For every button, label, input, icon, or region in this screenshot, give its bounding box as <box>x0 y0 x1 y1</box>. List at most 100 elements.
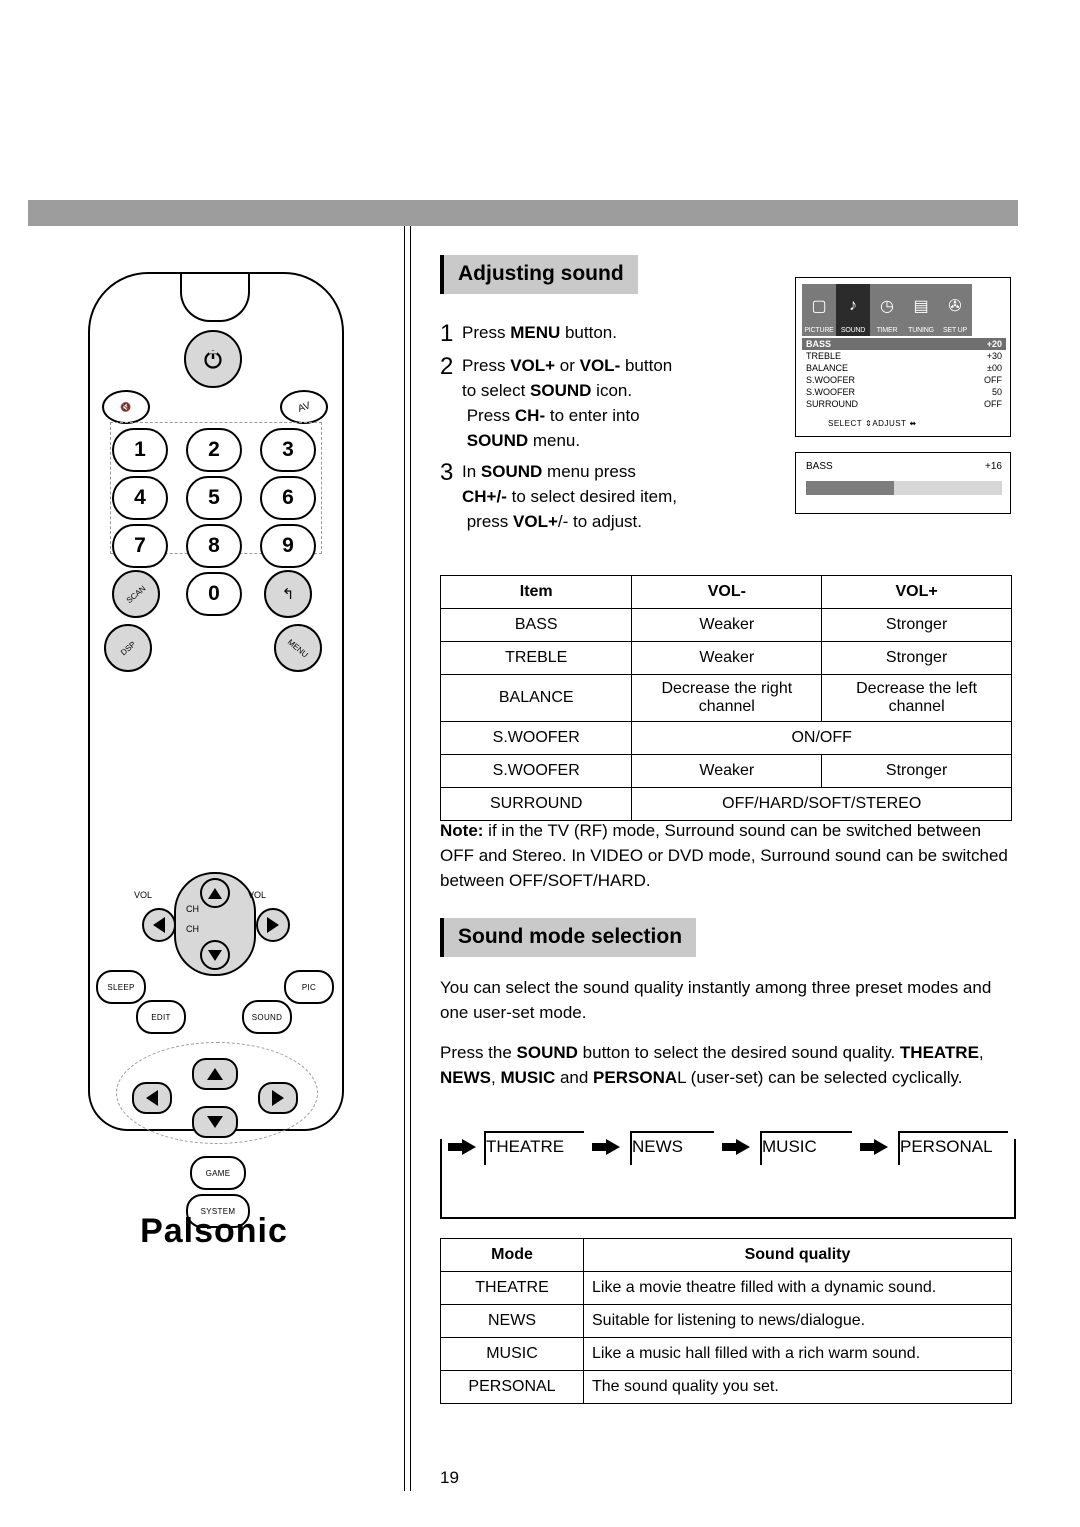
num-5-button[interactable]: 5 <box>186 476 242 520</box>
flow-box-personal: PERSONAL <box>898 1131 1008 1165</box>
sound-button[interactable]: SOUND <box>242 1000 292 1034</box>
osd-bass-bar-value: +16 <box>985 461 1002 472</box>
num-0-button[interactable]: 0 <box>186 572 242 616</box>
cell-minus: Weaker <box>631 754 823 788</box>
nav-right-button[interactable] <box>258 1082 298 1114</box>
num-9-button[interactable]: 9 <box>260 524 316 568</box>
osd-footer-select-label: SELECT <box>828 419 863 428</box>
adjusting-sound-steps: 1 Press MENU button. 2 Press VOL+ or VOL… <box>440 320 770 540</box>
osd-bass-bar: BASS +16 <box>795 452 1011 514</box>
num-6-button[interactable]: 6 <box>260 476 316 520</box>
cell-mode: THEATRE <box>440 1271 584 1305</box>
nav-up-button[interactable] <box>192 1058 238 1090</box>
osd-row-surround: SURROUND OFF <box>802 398 1006 410</box>
num-2-button[interactable]: 2 <box>186 428 242 472</box>
num-8-button[interactable]: 8 <box>186 524 242 568</box>
right-arrow-icon <box>267 917 279 933</box>
num-7-button[interactable]: 7 <box>112 524 168 568</box>
cell-item: S.WOOFER <box>439 721 633 755</box>
dsp-button[interactable]: DSP <box>104 624 152 672</box>
column-divider <box>404 226 411 1491</box>
step-3: 3 In SOUND menu press CH+/- to select des… <box>440 459 770 534</box>
power-button[interactable] <box>184 330 242 388</box>
nav-left-button[interactable] <box>132 1082 172 1114</box>
gear-icon: ✇ <box>948 297 962 315</box>
cell-quality: Like a movie theatre filled with a dynam… <box>583 1271 1012 1305</box>
sound-note-icon: ♪ <box>849 296 857 314</box>
table-header-row: Mode Sound quality <box>440 1238 1012 1272</box>
vol-up-button[interactable] <box>256 908 290 942</box>
th-item: Item <box>439 575 633 609</box>
osd-icon-row: ▢ PICTURE ♪ SOUND ◷ TIMER ▤ TUNING ✇ SET… <box>802 284 1006 336</box>
game-button[interactable]: GAME <box>190 1156 246 1190</box>
recall-button[interactable]: ↰ <box>264 570 312 618</box>
step-3-text: In SOUND menu press CH+/- to select desir… <box>462 462 677 531</box>
osd-icon-tuning-label: TUNING <box>908 327 934 334</box>
cell-plus: Stronger <box>821 608 1012 642</box>
nav-down-arrow-icon <box>207 1116 223 1128</box>
cell-item: SURROUND <box>439 787 633 821</box>
page-title-sound-mode: Sound mode selection <box>440 918 697 957</box>
osd-row-bass: BASS +20 <box>802 338 1006 350</box>
left-arrow-icon <box>153 917 165 933</box>
sleep-button[interactable]: SLEEP <box>96 970 146 1004</box>
flow-box-music: MUSIC <box>760 1131 852 1165</box>
osd-icon-setup-label: SET UP <box>943 327 967 334</box>
cell-item: TREBLE <box>439 641 633 675</box>
mute-icon: 🔇 <box>120 401 132 412</box>
step-2: 2 Press VOL+ or VOL- button to select SOU… <box>440 353 770 453</box>
pic-button[interactable]: PIC <box>284 970 334 1004</box>
osd-icon-setup: ✇ SET UP <box>938 284 972 336</box>
cell-mode: NEWS <box>440 1304 584 1338</box>
menu-button[interactable]: MENU <box>274 624 322 672</box>
th-vol-plus: VOL+ <box>821 575 1012 609</box>
sound-mode-table: Mode Sound quality THEATRE Like a movie … <box>440 1238 1012 1404</box>
osd-icon-timer: ◷ TIMER <box>870 284 904 336</box>
ch-down-button[interactable] <box>200 940 230 970</box>
ch-down-label: CH <box>186 924 199 934</box>
osd-item-list: BASS +20 TREBLE +30 BALANCE ±00 S.WOOFER… <box>802 338 1006 410</box>
flow-box-theatre: THEATRE <box>484 1131 584 1165</box>
nav-up-arrow-icon <box>207 1068 223 1080</box>
dsp-label: DSP <box>118 639 138 657</box>
osd-row-bass-value: +20 <box>986 339 1002 349</box>
table-row: NEWS Suitable for listening to news/dial… <box>440 1304 1012 1338</box>
osd-icon-picture-label: PICTURE <box>804 327 834 334</box>
av-label: AV <box>296 399 312 415</box>
nav-down-button[interactable] <box>192 1106 238 1138</box>
osd-bass-bar-track <box>806 481 1002 495</box>
scan-label: SCAN <box>124 583 148 605</box>
step-2-number: 2 <box>440 353 454 380</box>
vol-down-button[interactable] <box>142 908 176 942</box>
cell-item: BASS <box>439 608 633 642</box>
ch-up-button[interactable] <box>200 878 230 908</box>
timer-icon: ◷ <box>880 297 894 315</box>
mute-button[interactable]: 🔇 <box>102 390 150 424</box>
step-1: 1 Press MENU button. <box>440 320 770 347</box>
table-row: MUSIC Like a music hall filled with a ri… <box>440 1337 1012 1371</box>
step-1-number: 1 <box>440 320 454 347</box>
table-row: TREBLE Weaker Stronger <box>439 641 1012 675</box>
av-button[interactable]: AV <box>280 390 328 424</box>
cell-minus: Decrease the right channel <box>631 674 823 722</box>
osd-footer: SELECT ⇕ ADJUST ⬌ <box>802 419 1006 428</box>
up-down-arrows-icon: ⇕ <box>865 419 873 428</box>
sound-mode-paragraph-1: You can select the sound quality instant… <box>440 978 992 1022</box>
osd-row-balance: BALANCE ±00 <box>802 362 1006 374</box>
osd-row-treble: TREBLE +30 <box>802 350 1006 362</box>
edit-button[interactable]: EDIT <box>136 1000 186 1034</box>
item-adjust-table: Item VOL- VOL+ BASS Weaker Stronger TREB… <box>439 575 1012 821</box>
table-row: BASS Weaker Stronger <box>439 608 1012 642</box>
num-4-button[interactable]: 4 <box>112 476 168 520</box>
scan-button[interactable]: SCAN <box>112 570 160 618</box>
up-arrow-icon <box>208 887 222 899</box>
osd-row-treble-name: TREBLE <box>806 351 842 361</box>
cell-quality: Like a music hall filled with a rich war… <box>583 1337 1012 1371</box>
cell-mode: PERSONAL <box>440 1370 584 1404</box>
osd-row-swoofer-level: S.WOOFER 50 <box>802 386 1006 398</box>
num-3-button[interactable]: 3 <box>260 428 316 472</box>
osd-row-surround-name: SURROUND <box>806 399 859 409</box>
num-1-button[interactable]: 1 <box>112 428 168 472</box>
th-sound-quality: Sound quality <box>583 1238 1012 1272</box>
osd-icon-sound: ♪ SOUND <box>836 284 870 336</box>
